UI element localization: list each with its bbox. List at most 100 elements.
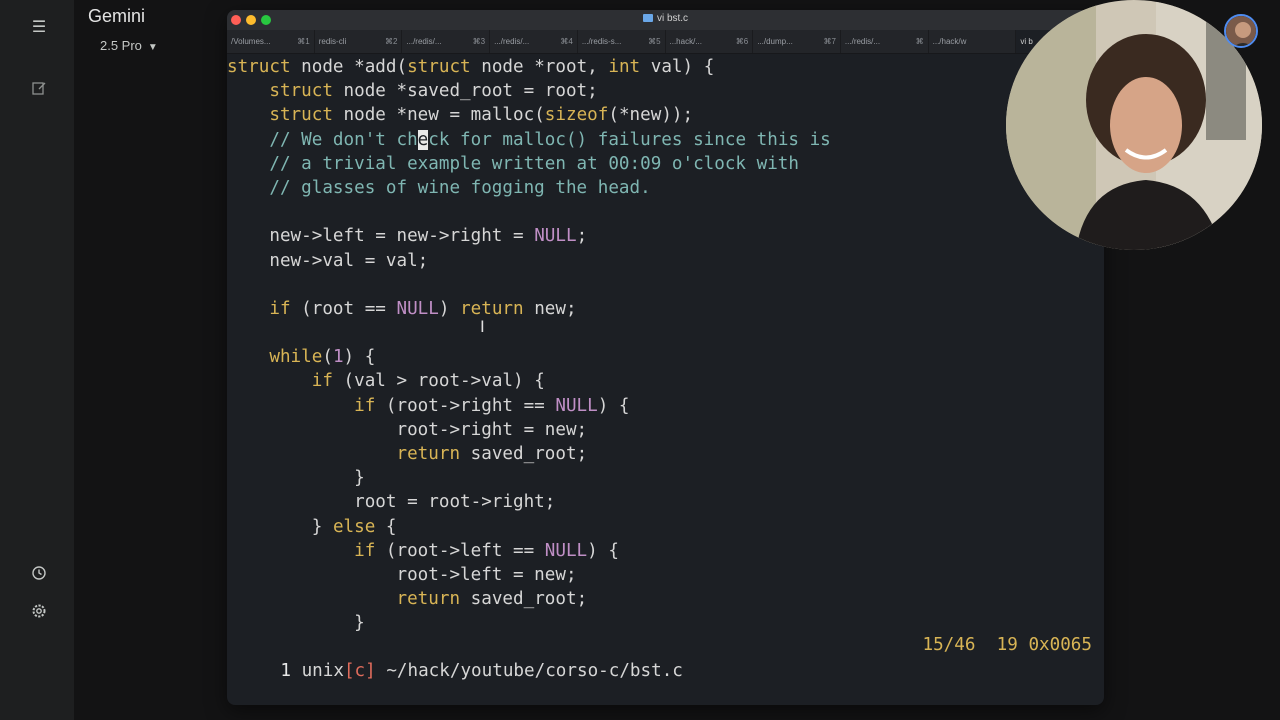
code-token: int <box>608 57 641 77</box>
code-token: ( <box>322 347 333 368</box>
code-line: return saved_root; <box>227 587 1104 611</box>
code-token: NULL <box>555 395 598 416</box>
chevron-down-icon: ▼ <box>147 42 158 53</box>
gemini-side-rail: ☰ <box>0 0 74 720</box>
status-format: unix <box>301 661 344 681</box>
terminal-tab[interactable]: .../redis-s... ⌘5 <box>578 30 666 53</box>
code-token: ) { <box>587 540 619 561</box>
code-line: struct node *new = malloc(sizeof(*new)); <box>227 103 1104 127</box>
code-token: while <box>269 347 323 368</box>
new-chat-icon[interactable] <box>29 80 49 100</box>
vim-editor-buffer[interactable]: struct node *add(struct node *root, int … <box>227 55 1104 636</box>
code-line: // glasses of wine fogging the head. <box>227 176 1104 200</box>
status-line-position: 15/46 <box>922 635 976 655</box>
code-token: NULL <box>534 226 577 247</box>
code-token: if <box>311 371 333 392</box>
code-line: while(1) { <box>227 345 1104 369</box>
code-token: struct <box>227 57 291 77</box>
code-line: } <box>227 466 1104 490</box>
code-token: (val > root->val) { <box>332 371 545 392</box>
terminal-tab-label: .../redis-s... <box>581 37 622 46</box>
code-token: struct <box>269 105 333 126</box>
code-token: { <box>375 516 397 537</box>
terminal-tab-shortcut: ⌘7 <box>823 37 836 46</box>
terminal-tab-bar: /Volumes... ⌘1 redis-cli ⌘2 .../redis/... ⌘3.… <box>227 30 1104 54</box>
code-token: val) { <box>640 57 715 77</box>
code-line: if (root->left == NULL) { <box>227 539 1104 563</box>
window-title: vi bst.c <box>227 13 1104 24</box>
model-selector[interactable]: 2.5 Pro ▼ <box>100 38 158 53</box>
code-line: // a trivial example written at 00:09 o'… <box>227 152 1104 176</box>
code-line: new->left = new->right = NULL; <box>227 224 1104 248</box>
code-token: saved_root; <box>460 589 588 610</box>
history-icon[interactable] <box>29 565 49 585</box>
code-token: node *new = malloc( <box>332 105 545 126</box>
app-title: Gemini <box>88 6 146 26</box>
code-token: if <box>354 395 376 416</box>
terminal-tab[interactable]: ...hack/... ⌘6 <box>666 30 754 53</box>
terminal-tab[interactable]: .../dump... ⌘7 <box>753 30 841 53</box>
code-token: root->right = new; <box>227 419 588 440</box>
terminal-tab[interactable]: redis-cli ⌘2 <box>315 30 403 53</box>
code-token: struct <box>269 81 333 102</box>
terminal-tab[interactable]: .../redis/... ⌘ <box>841 30 929 53</box>
code-token: } <box>227 516 333 537</box>
terminal-tab[interactable]: .../redis/... ⌘3 <box>402 30 491 53</box>
code-token: // glasses of wine fogging the head. <box>227 177 651 198</box>
terminal-tab-shortcut: ⌘1 <box>297 37 310 46</box>
code-line: root->right = new; <box>227 418 1104 442</box>
code-line: return saved_root; <box>227 442 1104 466</box>
code-line: root->left = new; <box>227 563 1104 587</box>
code-token: saved_root; <box>460 444 588 464</box>
status-filetype: [c] <box>343 661 376 681</box>
status-char-hex: 0x0065 <box>1028 635 1092 655</box>
code-token: ) { <box>343 347 376 368</box>
terminal-window[interactable]: vi bst.c /Volumes... ⌘1 redis-cli ⌘2 .../red… <box>227 10 1104 705</box>
code-token: (root->right == <box>375 395 556 416</box>
terminal-tab[interactable]: .../redis/... ⌘4 <box>490 30 578 53</box>
code-token: node *root, <box>470 57 609 77</box>
terminal-tab-label: /Volumes... <box>231 37 271 46</box>
status-file-path: ~/hack/youtube/corso-c/bst.c <box>386 661 683 681</box>
code-token: (root->left == <box>375 540 545 561</box>
code-token: ck for malloc() failures since this is <box>428 129 831 150</box>
terminal-tab-shortcut: ⌘2 <box>384 37 398 46</box>
code-token: struct <box>407 57 471 77</box>
code-token: root = root->right; <box>227 492 556 513</box>
terminal-tab[interactable]: .../hack/w <box>929 30 1017 53</box>
folder-icon <box>642 14 653 22</box>
mouse-ibeam-cursor: I <box>480 317 485 336</box>
user-avatar[interactable] <box>1224 14 1258 48</box>
code-token: ; <box>576 226 588 247</box>
code-token: (*new)); <box>608 105 694 126</box>
code-line: if (root->right == NULL) { <box>227 394 1104 418</box>
code-line: new->val = val; <box>227 249 1104 273</box>
code-line: // We don't check for malloc() failures … <box>227 128 1104 152</box>
code-token: // We don't ch <box>227 129 418 150</box>
code-token: (root == <box>290 298 397 319</box>
code-token: 1 <box>332 347 344 368</box>
menu-icon[interactable]: ☰ <box>29 17 49 37</box>
code-line: if (val > root->val) { <box>227 369 1104 393</box>
code-token: return <box>396 589 461 610</box>
terminal-tab-label: .../redis/... <box>406 37 442 46</box>
code-line: struct node *add(struct node *root, int … <box>227 55 1104 79</box>
terminal-tab-label: .../redis/... <box>494 37 530 46</box>
code-token: } <box>227 613 365 634</box>
code-token: return <box>460 298 524 319</box>
code-line: root = root->right; <box>227 490 1104 514</box>
terminal-tab[interactable]: /Volumes... ⌘1 <box>227 30 315 53</box>
code-token: return <box>396 444 461 464</box>
terminal-tab-shortcut: ⌘ <box>915 37 924 46</box>
code-token: // a trivial example written at 00:09 o'… <box>227 153 799 174</box>
settings-icon[interactable] <box>29 603 49 623</box>
code-token: else <box>332 516 376 537</box>
code-token: } <box>227 468 365 489</box>
